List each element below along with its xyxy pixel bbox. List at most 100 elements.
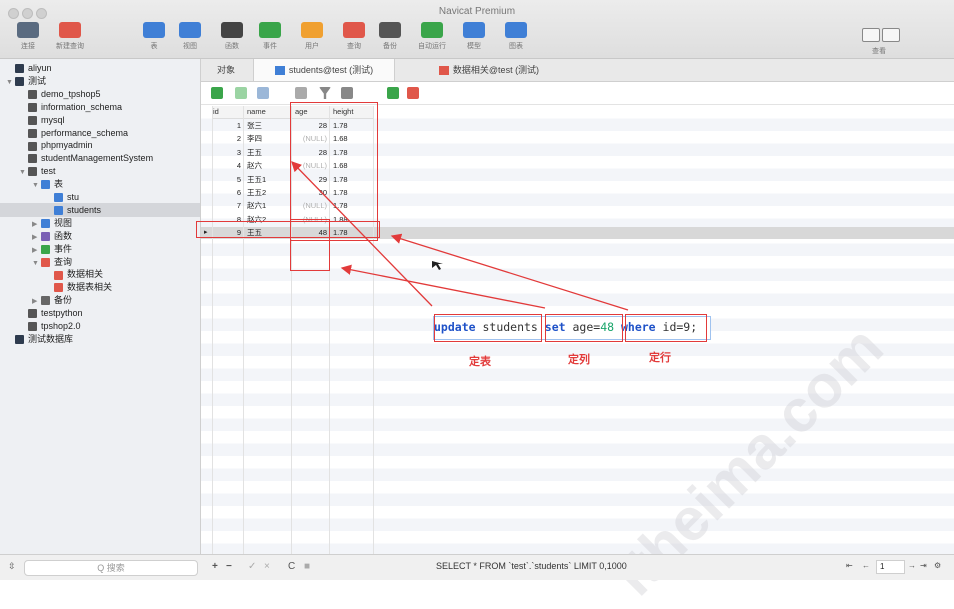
sidebar-item[interactable]: phpmyadmin bbox=[0, 138, 200, 152]
row-part-box bbox=[625, 314, 707, 342]
toolbar-function-button[interactable]: 函数 bbox=[214, 22, 250, 51]
toolbar-new-query-button[interactable]: 新建查询 bbox=[52, 22, 88, 51]
table-cell-name[interactable]: 王五 bbox=[247, 147, 287, 159]
add-row-button[interactable]: + bbox=[212, 561, 218, 572]
table-cell-name[interactable]: 赵六 bbox=[247, 160, 287, 172]
automation-icon bbox=[421, 22, 443, 38]
toolbar-model-button[interactable]: 模型 bbox=[456, 22, 492, 51]
toolbar-label: 模型 bbox=[467, 43, 481, 50]
tab-query[interactable]: 数据相关@test (测试) bbox=[419, 59, 559, 81]
settings-icon[interactable]: ⚙ bbox=[934, 561, 941, 570]
table-part-box bbox=[434, 314, 542, 342]
table-cell-id[interactable]: 5 bbox=[213, 174, 241, 186]
table-cell-id[interactable]: 3 bbox=[213, 147, 241, 159]
toolbar-automation-button[interactable]: 自动运行 bbox=[414, 22, 450, 51]
form-view-icon[interactable] bbox=[387, 87, 399, 99]
sidebar-item[interactable]: students bbox=[0, 202, 200, 217]
sidebar-item[interactable]: mysql bbox=[0, 113, 200, 127]
sidebar-item[interactable]: performance_schema bbox=[0, 126, 200, 140]
page-number-field[interactable]: 1 bbox=[876, 560, 905, 574]
sidebar-item[interactable]: ▶ 函数 bbox=[0, 229, 200, 243]
connection-icon bbox=[17, 22, 39, 38]
next-page-icon[interactable]: → bbox=[908, 561, 916, 570]
sidebar-item-label: 函数 bbox=[54, 230, 73, 241]
table-icon bbox=[143, 22, 165, 38]
first-page-icon[interactable]: ⇤ bbox=[846, 561, 853, 570]
tab-objects[interactable]: 对象 bbox=[201, 59, 251, 81]
sidebar-item-label: stu bbox=[67, 192, 80, 202]
table-cell-id[interactable]: 1 bbox=[213, 120, 241, 132]
sidebar-item[interactable]: testpython bbox=[0, 306, 200, 320]
sidebar-item[interactable]: information_schema bbox=[0, 100, 200, 114]
table-cell-name[interactable]: 王五1 bbox=[247, 174, 287, 186]
table-cell-id[interactable]: 2 bbox=[213, 133, 241, 145]
sidebar-item[interactable]: ▶ 视图 bbox=[0, 216, 200, 230]
sidebar-item[interactable]: 测试数据库 bbox=[0, 332, 200, 346]
sidebar-item[interactable]: ▼ 表 bbox=[0, 177, 200, 191]
text-mode-icon[interactable] bbox=[295, 87, 307, 99]
layout-left-icon[interactable] bbox=[862, 28, 880, 42]
toolbar-table-button[interactable]: 表 bbox=[136, 22, 172, 51]
toolbar-user-button[interactable]: 用户 bbox=[294, 22, 330, 51]
discard-button[interactable]: × bbox=[264, 561, 270, 572]
delete-row-button[interactable]: − bbox=[226, 561, 232, 572]
table-cell-id[interactable]: 6 bbox=[213, 187, 241, 199]
grid-view-icon[interactable] bbox=[407, 87, 419, 99]
refresh-button[interactable]: C bbox=[288, 561, 295, 572]
toolbar-query-button[interactable]: 查询 bbox=[336, 22, 372, 51]
toolbar-chart-button[interactable]: 图表 bbox=[498, 22, 534, 51]
layout-right-icon[interactable] bbox=[882, 28, 900, 42]
sidebar-item-label: testpython bbox=[41, 308, 83, 319]
sidebar-item-label: studentManagementSystem bbox=[41, 153, 154, 164]
sidebar-item-label: 数据相关 bbox=[67, 269, 104, 280]
table-icon bbox=[274, 66, 285, 76]
toolbar-connection-button[interactable]: 连接 bbox=[10, 22, 46, 51]
status-sql: SELECT * FROM `test`.`students` LIMIT 0,… bbox=[436, 561, 627, 571]
tab-query-label: 数据相关@test (测试) bbox=[452, 65, 540, 75]
backup-icon bbox=[379, 22, 401, 38]
apply-button[interactable]: ✓ bbox=[248, 561, 256, 572]
sidebar-item[interactable]: demo_tpshop5 bbox=[0, 87, 200, 101]
table-cell-name[interactable]: 张三 bbox=[247, 120, 287, 132]
table-cell-name[interactable]: 李四 bbox=[247, 133, 287, 145]
sort-icon[interactable] bbox=[341, 87, 353, 99]
event-icon bbox=[41, 244, 50, 254]
column-header-id[interactable]: id bbox=[213, 106, 243, 119]
toolbar-label: 新建查询 bbox=[56, 43, 84, 50]
query-icon bbox=[343, 22, 365, 38]
toolbar-backup-button[interactable]: 备份 bbox=[372, 22, 408, 51]
toolbar-label: 自动运行 bbox=[418, 43, 446, 50]
table-cell-name[interactable]: 赵六1 bbox=[247, 200, 287, 212]
table-cell-id[interactable]: 7 bbox=[213, 200, 241, 212]
toolbar-event-button[interactable]: 事件 bbox=[252, 22, 288, 51]
sidebar-item[interactable]: studentManagementSystem bbox=[0, 151, 200, 165]
bottom-bar: ⇳ Q 搜索 + − ✓ × C ■ SELECT * FROM `test`.… bbox=[0, 554, 954, 580]
delete-record-icon[interactable] bbox=[235, 87, 247, 99]
prev-page-icon[interactable]: ← bbox=[862, 561, 870, 570]
sidebar-item[interactable]: 数据相关 bbox=[0, 267, 200, 281]
sidebar-options-icon[interactable]: ⇳ bbox=[8, 561, 16, 572]
add-record-icon[interactable] bbox=[211, 87, 223, 99]
sidebar-item[interactable]: ▶ 事件 bbox=[0, 242, 200, 256]
toolbar-label: 图表 bbox=[509, 43, 523, 50]
save-record-icon[interactable] bbox=[257, 87, 269, 99]
function-icon bbox=[221, 22, 243, 38]
toolbar-view-button[interactable]: 视图 bbox=[172, 22, 208, 51]
sidebar-item[interactable]: ▼ 查询 bbox=[0, 255, 200, 269]
title-toolbar: Navicat Premium 连接 新建查询 表 视图 函数 事件 用户 查询 备份 自动运行 模… bbox=[0, 0, 954, 59]
sidebar-item[interactable]: tpshop2.0 bbox=[0, 319, 200, 333]
sidebar-item[interactable]: stu bbox=[0, 190, 200, 204]
sidebar-item[interactable]: ▼ 测试 bbox=[0, 74, 200, 88]
filter-icon[interactable] bbox=[319, 87, 331, 99]
sidebar-item[interactable]: aliyun bbox=[0, 61, 200, 75]
column-header-name[interactable]: name bbox=[243, 106, 293, 119]
last-page-icon[interactable]: ⇥ bbox=[920, 561, 927, 570]
tab-students[interactable]: students@test (测试) bbox=[253, 59, 395, 81]
sidebar-item[interactable]: 数据表相关 bbox=[0, 280, 200, 294]
stop-button[interactable]: ■ bbox=[304, 561, 310, 572]
table-cell-id[interactable]: 4 bbox=[213, 160, 241, 172]
search-input[interactable]: Q 搜索 bbox=[24, 560, 198, 576]
sidebar-item[interactable]: ▼ test bbox=[0, 164, 200, 178]
sidebar-item[interactable]: ▶ 备份 bbox=[0, 293, 200, 307]
table-cell-name[interactable]: 王五2 bbox=[247, 187, 287, 199]
